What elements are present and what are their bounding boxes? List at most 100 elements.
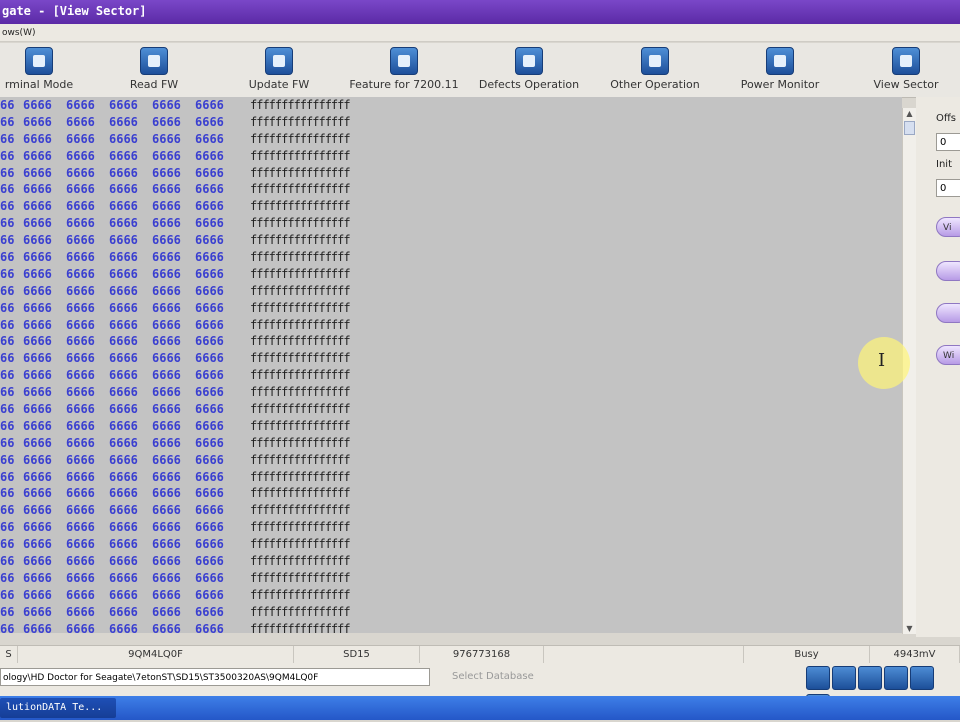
other-operation-button[interactable]: Other Operation bbox=[600, 45, 710, 95]
hex-cell: 6666 bbox=[66, 317, 95, 332]
hex-cell: 6666 bbox=[23, 250, 52, 265]
hex-cell: 6666 bbox=[109, 334, 138, 349]
hex-cell: 6666 bbox=[109, 469, 138, 484]
hex-row: 66 6666 6666 6666 6666 6666 bbox=[0, 401, 250, 418]
terminal-mode-button[interactable]: rminal Mode bbox=[0, 45, 78, 95]
taskbar-item[interactable]: lutionDATA Te... bbox=[0, 698, 116, 718]
hex-cell: 6666 bbox=[195, 334, 224, 349]
hex-cell: 66 bbox=[0, 114, 15, 129]
hex-row: 66 6666 6666 6666 6666 6666 bbox=[0, 587, 250, 604]
hex-cell: 6666 bbox=[152, 604, 181, 619]
write-button[interactable]: Wi bbox=[936, 345, 960, 365]
offset-input[interactable]: 0 bbox=[936, 133, 960, 151]
scroll-thumb[interactable] bbox=[904, 121, 915, 135]
hex-cell: 6666 bbox=[109, 621, 138, 633]
offset-label: Offs bbox=[936, 113, 956, 124]
folder-icon[interactable] bbox=[806, 666, 830, 690]
power-monitor-label: Power Monitor bbox=[740, 78, 820, 91]
window-title: gate - [View Sector] bbox=[2, 4, 147, 18]
hex-cell: 6666 bbox=[152, 503, 181, 518]
hex-cell: 66 bbox=[0, 98, 15, 112]
hex-row: 66 6666 6666 6666 6666 6666 bbox=[0, 367, 250, 384]
edit-icon[interactable] bbox=[832, 666, 856, 690]
hex-cell: 6666 bbox=[152, 418, 181, 433]
view-sector-button[interactable]: View Sector bbox=[864, 45, 948, 95]
hex-cell: 6666 bbox=[109, 435, 138, 450]
hex-cell: 66 bbox=[0, 587, 15, 602]
save-icon[interactable] bbox=[884, 666, 908, 690]
ascii-row: ffffffffffffffff bbox=[250, 300, 351, 315]
hex-cell: 6666 bbox=[23, 486, 52, 501]
hex-cell: 6666 bbox=[23, 385, 52, 400]
hex-row: 66 6666 6666 6666 6666 6666 bbox=[0, 485, 250, 502]
menu-item-windows[interactable]: ows(W) bbox=[2, 28, 35, 38]
hex-cell: 6666 bbox=[195, 182, 224, 197]
scroll-down-arrow-icon[interactable]: ▼ bbox=[904, 623, 915, 634]
hex-cell: 66 bbox=[0, 503, 15, 518]
hex-cell: 6666 bbox=[66, 537, 95, 552]
hex-cell: 6666 bbox=[152, 317, 181, 332]
hex-row: 66 6666 6666 6666 6666 6666 bbox=[0, 570, 250, 587]
hex-cell: 6666 bbox=[109, 402, 138, 417]
update-fw-button[interactable]: Update FW bbox=[240, 45, 318, 95]
hex-cell: 6666 bbox=[109, 216, 138, 231]
panel-button-3[interactable] bbox=[936, 303, 960, 323]
init-input[interactable]: 0 bbox=[936, 179, 960, 197]
ascii-row: ffffffffffffffff bbox=[250, 554, 351, 569]
hex-cell: 6666 bbox=[195, 368, 224, 383]
power-icon[interactable] bbox=[910, 666, 934, 690]
read-fw-button[interactable]: Read FW bbox=[116, 45, 192, 95]
hex-cell: 6666 bbox=[195, 570, 224, 585]
hex-cell: 66 bbox=[0, 385, 15, 400]
hex-cell: 6666 bbox=[195, 148, 224, 163]
hex-row: 66 6666 6666 6666 6666 6666 bbox=[0, 249, 250, 266]
hex-cell: 6666 bbox=[23, 233, 52, 248]
hex-cell: 6666 bbox=[23, 452, 52, 467]
hex-cell: 6666 bbox=[152, 182, 181, 197]
other-operation-icon bbox=[641, 47, 669, 75]
hex-cell: 66 bbox=[0, 469, 15, 484]
hex-cell: 6666 bbox=[195, 469, 224, 484]
power-monitor-button[interactable]: Power Monitor bbox=[732, 45, 828, 95]
ascii-row: ffffffffffffffff bbox=[250, 587, 351, 602]
hex-cell: 6666 bbox=[152, 452, 181, 467]
read-fw-icon bbox=[140, 47, 168, 75]
panel-button-2[interactable] bbox=[936, 261, 960, 281]
check-icon[interactable] bbox=[858, 666, 882, 690]
hex-cell: 6666 bbox=[195, 300, 224, 315]
ascii-row: ffffffffffffffff bbox=[250, 503, 351, 518]
hex-cell: 66 bbox=[0, 182, 15, 197]
path-field[interactable]: ology\HD Doctor for Seagate\7etonST\SD15… bbox=[0, 668, 430, 686]
database-select[interactable]: Select Database bbox=[452, 668, 582, 686]
scroll-up-arrow-icon[interactable]: ▲ bbox=[904, 108, 915, 119]
hex-cell: 6666 bbox=[152, 148, 181, 163]
status-bar: S 9QM4LQ0F SD15 976773168 Busy 4943mV bbox=[0, 645, 960, 664]
hex-view-panel[interactable]: 66 6666 6666 6666 6666 6666 66 6666 6666 6666 6666… bbox=[0, 97, 902, 633]
hex-cell: 6666 bbox=[23, 604, 52, 619]
hex-cell: 6666 bbox=[66, 520, 95, 535]
ascii-row: ffffffffffffffff bbox=[250, 199, 351, 214]
hex-cell: 6666 bbox=[66, 300, 95, 315]
hex-cell: 6666 bbox=[23, 554, 52, 569]
hex-cell: 6666 bbox=[23, 368, 52, 383]
ascii-row: ffffffffffffffff bbox=[250, 283, 351, 298]
defects-operation-button[interactable]: Defects Operation bbox=[470, 45, 588, 95]
ascii-row: ffffffffffffffff bbox=[250, 570, 351, 585]
hex-cell: 6666 bbox=[66, 486, 95, 501]
ascii-row: ffffffffffffffff bbox=[250, 402, 351, 417]
view-button[interactable]: Vi bbox=[936, 217, 960, 237]
status-lba: 976773168 bbox=[420, 646, 544, 663]
toolbar: rminal Mode Read FW Update FW Feature fo… bbox=[0, 43, 960, 98]
hex-cell: 6666 bbox=[23, 98, 52, 112]
feature-arrow-icon bbox=[390, 47, 418, 75]
hex-cell: 6666 bbox=[109, 114, 138, 129]
hex-row: 66 6666 6666 6666 6666 6666 bbox=[0, 198, 250, 215]
hex-cell: 6666 bbox=[109, 317, 138, 332]
hex-row: 66 6666 6666 6666 6666 6666 bbox=[0, 418, 250, 435]
hex-cell: 66 bbox=[0, 621, 15, 633]
feature-7200-button[interactable]: Feature for 7200.11 bbox=[342, 45, 466, 95]
hex-cell: 6666 bbox=[66, 216, 95, 231]
hex-cell: 6666 bbox=[152, 300, 181, 315]
hex-cell: 6666 bbox=[152, 334, 181, 349]
hex-cell: 6666 bbox=[195, 317, 224, 332]
